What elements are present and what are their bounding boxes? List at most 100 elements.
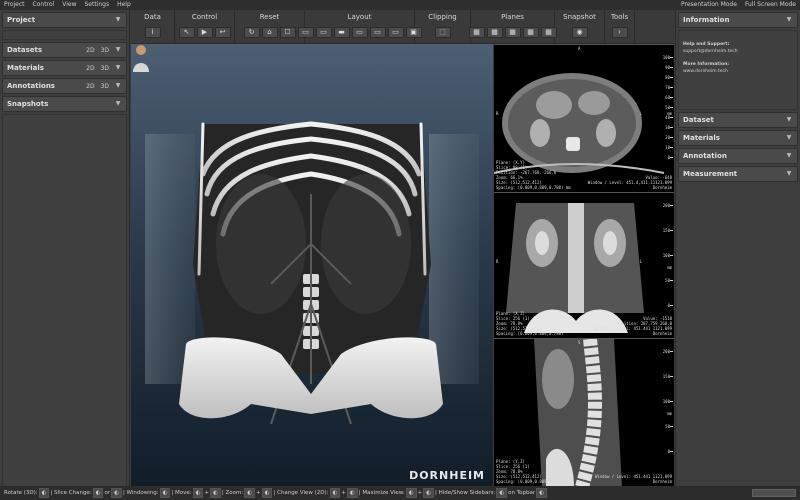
menu-settings[interactable]: Settings <box>80 0 113 10</box>
layout-button-0[interactable]: ▭ <box>297 27 314 38</box>
section-measurement[interactable]: Measurement ▼ <box>678 166 798 182</box>
chevron-down-icon[interactable]: ▼ <box>114 16 122 24</box>
chevron-down-icon[interactable]: ▼ <box>785 152 793 160</box>
menu-view[interactable]: View <box>58 0 80 10</box>
chevron-down-icon[interactable]: ▼ <box>114 100 122 108</box>
section-information[interactable]: Information ▼ <box>678 12 798 28</box>
toolbar-group-reset: Reset ↻ ⌂ ☐ <box>235 10 305 43</box>
information-panel: Help and Support: support@dornheim.tech … <box>678 30 798 110</box>
datasets-2d-toggle[interactable]: 2D <box>86 47 94 54</box>
section-project-label: Project <box>7 16 36 24</box>
status-hint-text: + <box>417 490 423 496</box>
reset-button-0[interactable]: ↻ <box>243 27 260 38</box>
scale-tick-label: 20 <box>665 135 673 140</box>
scale-tick-label: 0 <box>667 155 674 160</box>
scale-tick-label: 100 <box>662 253 674 258</box>
section-datasets[interactable]: Datasets 2D 3D ▼ <box>2 42 127 58</box>
scale-tick-label: 50 <box>665 424 673 429</box>
control-button-2[interactable]: ↩ <box>214 27 231 38</box>
materials-2d-toggle[interactable]: 2D <box>86 65 94 72</box>
planes-button-0[interactable]: ▦ <box>468 27 485 38</box>
section-materials-right[interactable]: Materials ▼ <box>678 130 798 146</box>
planes-button-1[interactable]: ▦ <box>486 27 503 38</box>
orientation-avatar-icon[interactable] <box>131 44 151 72</box>
section-materials[interactable]: Materials 2D 3D ▼ <box>2 60 127 76</box>
chevron-down-icon[interactable]: ▼ <box>785 134 793 142</box>
status-progress-field <box>752 489 796 497</box>
section-datasets-label: Datasets <box>7 46 43 54</box>
section-annotation[interactable]: Annotation ▼ <box>678 148 798 164</box>
menu-project[interactable]: Project <box>0 0 29 10</box>
status-hint-text: | Zoom: <box>221 490 244 496</box>
status-hint-text: | Change View (2D): <box>273 490 329 496</box>
website-link[interactable]: www.dornheim.tech <box>683 69 728 74</box>
status-bar: Rotate (3D): ◐ | Slice Change: ◐ or ◐ | Window… <box>0 486 800 500</box>
annotations-3d-toggle[interactable]: 3D <box>101 83 109 90</box>
section-dataset[interactable]: Dataset ▼ <box>678 112 798 128</box>
more-info-title: More Information: <box>683 62 730 67</box>
coronal-scale: 200 150 100 50 0 <box>646 203 674 308</box>
scale-tick-label: 70 <box>665 85 673 90</box>
layout-button-3[interactable]: ▭ <box>351 27 368 38</box>
chevron-down-icon[interactable]: ▼ <box>785 116 793 124</box>
3d-viewport[interactable]: DORNHEIM <box>131 44 493 486</box>
chevron-down-icon[interactable]: ▼ <box>785 16 793 24</box>
clipping-button-0[interactable]: ⬚ <box>434 27 451 38</box>
layout-button-1[interactable]: ▭ <box>315 27 332 38</box>
toolbar-group-clipping: Clipping ⬚ <box>415 10 471 43</box>
layout-button-5[interactable]: ▭ <box>387 27 404 38</box>
slice-view-coronal[interactable]: R L 200 150 100 50 0 mm Plane: (X,Z) Slice: … <box>494 192 674 338</box>
help-title: Help and Support: <box>683 42 730 47</box>
layout-button-4[interactable]: ▭ <box>369 27 386 38</box>
chevron-down-icon[interactable]: ▼ <box>114 64 122 72</box>
chevron-down-icon[interactable]: ▼ <box>114 46 122 54</box>
axial-top-label: A <box>578 46 581 51</box>
scale-tick-label: 50 <box>665 105 673 110</box>
mouse-icon: ◐ <box>38 488 50 498</box>
mouse-icon: ◐ <box>111 488 122 498</box>
menu-help[interactable]: Help <box>113 0 135 10</box>
full-screen-mode-button[interactable]: Full Screen Mode <box>741 0 800 10</box>
status-hint-text: | Hide/Show Sidebars: <box>434 490 496 496</box>
section-dataset-label: Dataset <box>683 116 714 124</box>
scale-tick-label: 150 <box>662 228 674 233</box>
coronal-unit: mm <box>667 265 672 270</box>
control-button-0[interactable]: ↖ <box>178 27 195 38</box>
mouse-icon: ◐ <box>423 488 434 498</box>
coronal-info-text: Plane: (X,Z) Slice: 256 (1) Zoom: 78.8% … <box>496 311 564 336</box>
chevron-down-icon[interactable]: ▼ <box>114 82 122 90</box>
slice-view-axial[interactable]: A R L 100 90 80 70 60 50 40 30 20 10 0 mm Plane: (… <box>494 44 674 192</box>
left-sidebar: Project ▼ Datasets 2D 3D ▼ Materials 2D … <box>0 10 130 494</box>
mouse-icon: ◐ <box>159 488 171 498</box>
snapshot-button-0[interactable]: ◉ <box>571 27 588 38</box>
planes-button-2[interactable]: ▦ <box>504 27 521 38</box>
reset-button-1[interactable]: ⌂ <box>261 27 278 38</box>
control-button-1[interactable]: ▶ <box>196 27 213 38</box>
chevron-down-icon[interactable]: ▼ <box>785 170 793 178</box>
sagittal-scale: 200 150 100 50 0 <box>646 349 674 454</box>
section-snapshots[interactable]: Snapshots ▼ <box>2 96 127 112</box>
layout-button-2[interactable]: ▬ <box>333 27 350 38</box>
tools-button-0[interactable]: › <box>611 27 628 38</box>
reset-button-2[interactable]: ☐ <box>279 27 296 38</box>
annotations-2d-toggle[interactable]: 2D <box>86 83 94 90</box>
coronal-left-label: R <box>496 259 499 264</box>
menu-control[interactable]: Control <box>29 0 59 10</box>
presentation-mode-button[interactable]: Presentation Mode <box>677 0 741 10</box>
slice-view-sagittal[interactable]: S 200 150 100 50 0 mm Plane: (Y,Z) Slice: 25… <box>494 338 674 486</box>
section-annotations-label: Annotations <box>7 82 55 90</box>
help-email-link[interactable]: support@dornheim.tech <box>683 49 738 54</box>
data-button-0[interactable]: i <box>144 27 161 38</box>
datasets-3d-toggle[interactable]: 3D <box>101 47 109 54</box>
status-hint-text: or <box>104 490 111 496</box>
sagittal-info-text: Plane: (Y,Z) Slice: 256 (1) Zoom: 78.8% … <box>496 459 564 484</box>
axial-unit: mm <box>667 111 672 116</box>
status-hint-text: Rotate (3D): <box>4 490 38 496</box>
section-annotations[interactable]: Annotations 2D 3D ▼ <box>2 78 127 94</box>
mouse-icon: ◐ <box>496 488 508 498</box>
planes-button-3[interactable]: ▦ <box>522 27 539 38</box>
right-sidebar: Information ▼ Help and Support: support@… <box>675 10 800 486</box>
section-project[interactable]: Project ▼ <box>2 12 127 28</box>
scale-tick-label: 200 <box>662 349 674 354</box>
materials-3d-toggle[interactable]: 3D <box>101 65 109 72</box>
